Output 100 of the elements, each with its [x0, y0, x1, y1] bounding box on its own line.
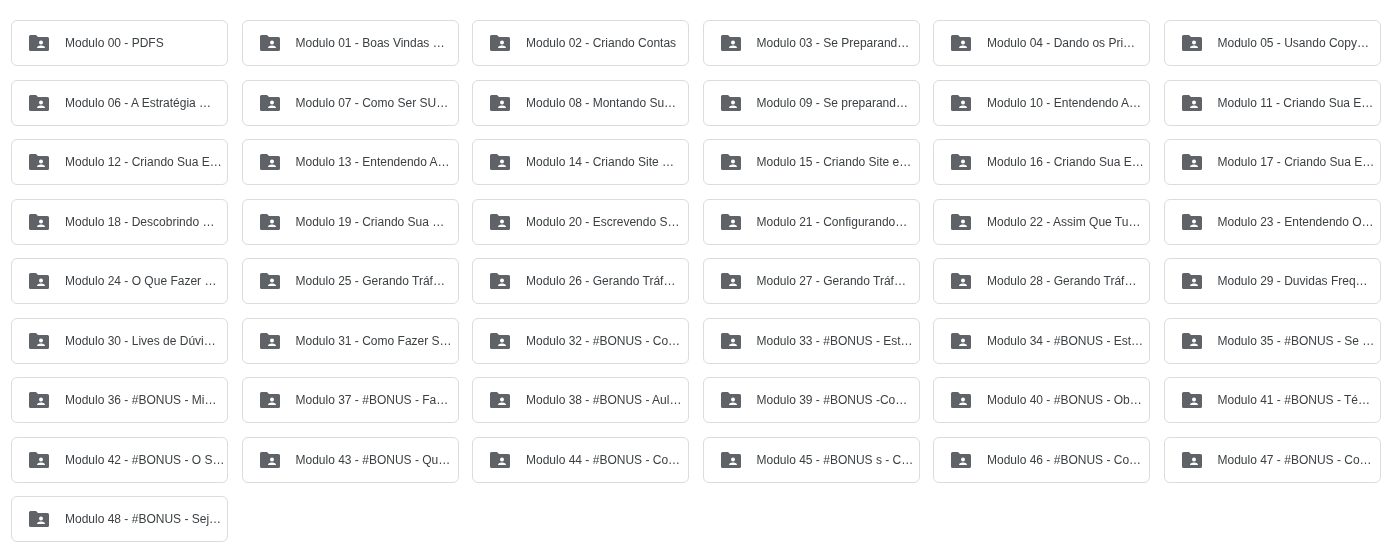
folder-card[interactable]: Modulo 35 - #BONUS - Se … — [1163, 317, 1381, 364]
shared-folder-icon — [29, 94, 49, 111]
folder-card[interactable]: Modulo 20 - Escrevendo S… — [472, 198, 689, 245]
shared-folder-icon — [259, 451, 280, 468]
folder-card[interactable]: Modulo 16 - Criando Sua E… — [933, 139, 1150, 185]
folder-card[interactable]: Modulo 41 - #BONUS - Té… — [1163, 377, 1381, 423]
folder-card[interactable]: Modulo 46 - #BONUS - Co… — [933, 436, 1150, 483]
folder-card[interactable]: Modulo 39 - #BONUS -Co… — [702, 377, 920, 423]
folder-card[interactable]: Modulo 28 - Gerando Tráf… — [933, 258, 1150, 304]
shared-folder-icon — [1181, 94, 1202, 111]
folder-name: Modulo 27 - Gerando Tráf… — [756, 274, 906, 288]
folder-name: Modulo 30 - Lives de Dúvi… — [65, 333, 216, 348]
shared-folder-icon — [1181, 392, 1202, 408]
folder-card[interactable]: Modulo 01 - Boas Vindas … — [241, 20, 459, 66]
folder-name: Modulo 28 - Gerando Tráf… — [987, 274, 1137, 288]
folder-name: Modulo 48 - #BONUS - Sej… — [65, 512, 222, 526]
shared-folder-icon — [951, 35, 971, 51]
folder-card[interactable]: Modulo 26 - Gerando Tráf… — [472, 258, 689, 304]
folder-card[interactable]: Modulo 08 - Montando Su… — [472, 79, 689, 126]
folder-card[interactable]: Modulo 23 - Entendendo O… — [1163, 198, 1381, 245]
folder-card[interactable]: Modulo 24 - O Que Fazer … — [11, 258, 228, 304]
shared-folder-icon — [490, 392, 510, 408]
folder-name: Modulo 37 - #BONUS - Fa… — [295, 393, 449, 407]
folder-card[interactable]: Modulo 12 - Criando Sua E… — [11, 139, 228, 185]
shared-folder-icon — [490, 273, 510, 289]
folder-card[interactable]: Modulo 38 - #BONUS - Aul… — [472, 377, 689, 423]
folder-card[interactable]: Modulo 45 - #BONUS s - C… — [702, 436, 920, 483]
folder-name: Modulo 08 - Montando Su… — [526, 95, 677, 110]
shared-folder-icon — [490, 154, 510, 170]
shared-folder-icon — [1181, 154, 1202, 170]
folder-name: Modulo 21 - Configurando… — [756, 214, 908, 229]
folder-name: Modulo 33 - #BONUS - Est… — [756, 333, 913, 348]
folder-card[interactable]: Modulo 44 - #BONUS - Co… — [472, 436, 689, 483]
folder-name: Modulo 40 - #BONUS - Ob… — [987, 393, 1142, 407]
folder-card[interactable]: Modulo 36 - #BONUS - Mi… — [11, 377, 228, 423]
folder-card[interactable]: Modulo 25 - Gerando Tráf… — [241, 258, 459, 304]
folder-card[interactable]: Modulo 04 - Dando os Pri… — [933, 20, 1150, 66]
shared-folder-icon — [720, 35, 741, 51]
folder-card[interactable]: Modulo 43 - #BONUS - Qu… — [241, 436, 459, 483]
folder-card[interactable]: Modulo 06 - A Estratégia … — [11, 79, 228, 126]
shared-folder-icon — [29, 213, 49, 230]
shared-folder-icon — [29, 273, 49, 289]
folder-name: Modulo 18 - Descobrindo … — [65, 214, 215, 229]
folder-card[interactable]: Modulo 31 - Como Fazer S… — [241, 317, 459, 364]
shared-folder-icon — [1181, 451, 1202, 468]
folder-card[interactable]: Modulo 22 - Assim Que Tu… — [933, 198, 1150, 245]
folder-card[interactable]: Modulo 19 - Criando Sua … — [241, 198, 459, 245]
shared-folder-icon — [29, 451, 49, 468]
folder-card[interactable]: Modulo 47 - #BONUS - Co… — [1163, 436, 1381, 483]
shared-folder-icon — [951, 213, 971, 230]
shared-folder-icon — [259, 154, 280, 170]
folder-card[interactable]: Modulo 02 - Criando Contas — [472, 20, 689, 66]
folder-card[interactable]: Modulo 42 - #BONUS - O S… — [11, 436, 228, 483]
folder-card[interactable]: Modulo 11 - Criando Sua E… — [1163, 79, 1381, 126]
folder-card[interactable]: Modulo 34 - #BONUS - Est… — [933, 317, 1150, 364]
folder-card[interactable]: Modulo 14 - Criando Site … — [472, 139, 689, 185]
folder-card[interactable]: Modulo 17 - Criando Sua E… — [1163, 139, 1381, 185]
folder-name: Modulo 10 - Entendendo A… — [987, 95, 1142, 110]
shared-folder-icon — [951, 451, 971, 468]
folder-card[interactable]: Modulo 30 - Lives de Dúvi… — [11, 317, 228, 364]
shared-folder-icon — [1181, 332, 1202, 349]
folder-card[interactable]: Modulo 32 - #BONUS - Co… — [472, 317, 689, 364]
folder-card[interactable]: Modulo 07 - Como Ser SU… — [241, 79, 459, 126]
folder-card[interactable]: Modulo 40 - #BONUS - Ob… — [933, 377, 1150, 423]
shared-folder-icon — [490, 451, 510, 468]
shared-folder-icon — [951, 94, 971, 111]
folder-card[interactable]: Modulo 09 - Se preparand… — [702, 79, 920, 126]
shared-folder-icon — [490, 213, 510, 230]
folder-name: Modulo 34 - #BONUS - Est… — [987, 333, 1144, 348]
folder-card[interactable]: Modulo 33 - #BONUS - Est… — [702, 317, 920, 364]
folder-card[interactable]: Modulo 18 - Descobrindo … — [11, 198, 228, 245]
folder-card[interactable]: Modulo 13 - Entendendo A… — [241, 139, 459, 185]
folder-card[interactable]: Modulo 29 - Duvidas Freq… — [1163, 258, 1381, 304]
shared-folder-icon — [1181, 213, 1202, 230]
folder-card[interactable]: Modulo 48 - #BONUS - Sej… — [11, 496, 228, 542]
folder-card[interactable]: Modulo 10 - Entendendo A… — [933, 79, 1150, 126]
folder-name: Modulo 25 - Gerando Tráf… — [295, 274, 445, 288]
shared-folder-icon — [259, 35, 280, 51]
folder-card[interactable]: Modulo 00 - PDFS — [11, 20, 228, 66]
folder-card[interactable]: Modulo 27 - Gerando Tráf… — [702, 258, 920, 304]
folder-name: Modulo 45 - #BONUS s - C… — [756, 452, 914, 467]
folder-name: Modulo 01 - Boas Vindas … — [295, 36, 445, 50]
folder-name: Modulo 39 - #BONUS -Co… — [756, 393, 908, 407]
shared-folder-icon — [951, 392, 971, 408]
folder-name: Modulo 07 - Como Ser SU… — [295, 95, 449, 110]
shared-folder-icon — [1181, 273, 1202, 289]
folder-card[interactable]: Modulo 15 - Criando Site e… — [702, 139, 920, 185]
folder-name: Modulo 20 - Escrevendo S… — [526, 214, 680, 229]
folder-name: Modulo 03 - Se Preparand… — [756, 36, 910, 50]
folder-name: Modulo 17 - Criando Sua E… — [1217, 155, 1375, 169]
shared-folder-icon — [490, 94, 510, 111]
folder-name: Modulo 42 - #BONUS - O S… — [65, 452, 225, 467]
folder-name: Modulo 46 - #BONUS - Co… — [987, 452, 1142, 467]
folder-card[interactable]: Modulo 21 - Configurando… — [702, 198, 920, 245]
folder-name: Modulo 23 - Entendendo O… — [1217, 214, 1374, 229]
folder-card[interactable]: Modulo 03 - Se Preparand… — [702, 20, 920, 66]
shared-folder-icon — [259, 273, 280, 289]
folder-name: Modulo 26 - Gerando Tráf… — [526, 274, 676, 288]
folder-card[interactable]: Modulo 37 - #BONUS - Fa… — [241, 377, 459, 423]
folder-card[interactable]: Modulo 05 - Usando Copy… — [1163, 20, 1381, 66]
